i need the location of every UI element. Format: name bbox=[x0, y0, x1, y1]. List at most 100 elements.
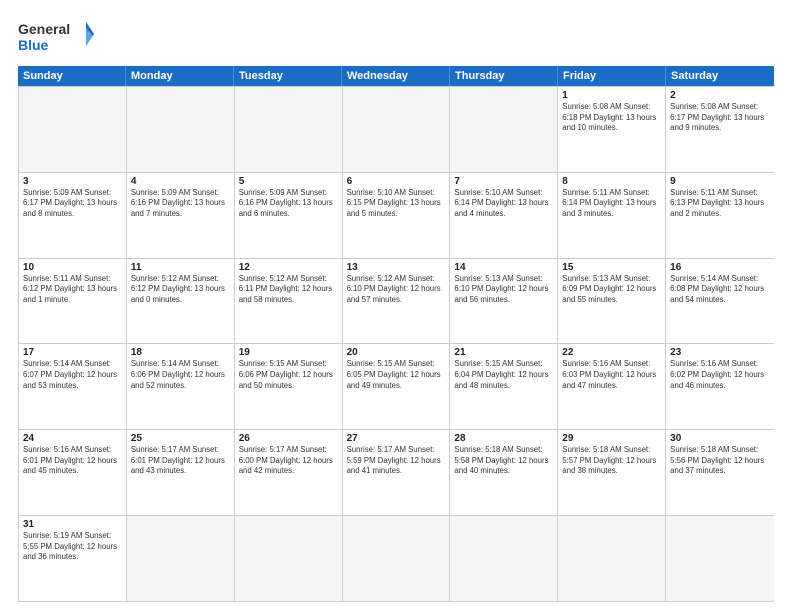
calendar-cell: 13Sunrise: 5:12 AM Sunset: 6:10 PM Dayli… bbox=[343, 259, 451, 344]
day-number: 9 bbox=[670, 176, 770, 187]
day-number: 13 bbox=[347, 262, 446, 273]
calendar-cell: 14Sunrise: 5:13 AM Sunset: 6:10 PM Dayli… bbox=[450, 259, 558, 344]
page-header: General Blue bbox=[18, 18, 774, 58]
day-number: 4 bbox=[131, 176, 230, 187]
day-info: Sunrise: 5:14 AM Sunset: 6:08 PM Dayligh… bbox=[670, 274, 770, 306]
calendar-cell: 5Sunrise: 5:09 AM Sunset: 6:16 PM Daylig… bbox=[235, 173, 343, 258]
calendar-row-5: 24Sunrise: 5:16 AM Sunset: 6:01 PM Dayli… bbox=[19, 430, 774, 516]
day-number: 23 bbox=[670, 347, 770, 358]
day-number: 20 bbox=[347, 347, 446, 358]
day-info: Sunrise: 5:17 AM Sunset: 6:01 PM Dayligh… bbox=[131, 445, 230, 477]
calendar-cell bbox=[666, 516, 774, 601]
day-info: Sunrise: 5:19 AM Sunset: 5:55 PM Dayligh… bbox=[23, 531, 122, 563]
calendar-cell: 8Sunrise: 5:11 AM Sunset: 6:14 PM Daylig… bbox=[558, 173, 666, 258]
day-number: 3 bbox=[23, 176, 122, 187]
day-number: 26 bbox=[239, 433, 338, 444]
calendar-cell: 2Sunrise: 5:08 AM Sunset: 6:17 PM Daylig… bbox=[666, 87, 774, 172]
calendar-row-3: 10Sunrise: 5:11 AM Sunset: 6:12 PM Dayli… bbox=[19, 259, 774, 345]
calendar-cell: 17Sunrise: 5:14 AM Sunset: 6:07 PM Dayli… bbox=[19, 344, 127, 429]
calendar-cell: 19Sunrise: 5:15 AM Sunset: 6:06 PM Dayli… bbox=[235, 344, 343, 429]
calendar-cell bbox=[19, 87, 127, 172]
header-cell-thursday: Thursday bbox=[450, 66, 558, 86]
day-info: Sunrise: 5:08 AM Sunset: 6:18 PM Dayligh… bbox=[562, 102, 661, 134]
day-info: Sunrise: 5:13 AM Sunset: 6:10 PM Dayligh… bbox=[454, 274, 553, 306]
calendar-row-2: 3Sunrise: 5:09 AM Sunset: 6:17 PM Daylig… bbox=[19, 173, 774, 259]
day-number: 15 bbox=[562, 262, 661, 273]
day-number: 28 bbox=[454, 433, 553, 444]
logo: General Blue bbox=[18, 18, 98, 58]
calendar-cell bbox=[127, 516, 235, 601]
day-number: 5 bbox=[239, 176, 338, 187]
day-number: 14 bbox=[454, 262, 553, 273]
calendar-row-6: 31Sunrise: 5:19 AM Sunset: 5:55 PM Dayli… bbox=[19, 516, 774, 602]
calendar-cell: 27Sunrise: 5:17 AM Sunset: 5:59 PM Dayli… bbox=[343, 430, 451, 515]
day-info: Sunrise: 5:10 AM Sunset: 6:15 PM Dayligh… bbox=[347, 188, 446, 220]
day-number: 18 bbox=[131, 347, 230, 358]
day-number: 25 bbox=[131, 433, 230, 444]
day-info: Sunrise: 5:15 AM Sunset: 6:06 PM Dayligh… bbox=[239, 359, 338, 391]
calendar-cell: 22Sunrise: 5:16 AM Sunset: 6:03 PM Dayli… bbox=[558, 344, 666, 429]
day-info: Sunrise: 5:13 AM Sunset: 6:09 PM Dayligh… bbox=[562, 274, 661, 306]
calendar-cell: 11Sunrise: 5:12 AM Sunset: 6:12 PM Dayli… bbox=[127, 259, 235, 344]
day-number: 11 bbox=[131, 262, 230, 273]
day-info: Sunrise: 5:18 AM Sunset: 5:56 PM Dayligh… bbox=[670, 445, 770, 477]
day-info: Sunrise: 5:09 AM Sunset: 6:16 PM Dayligh… bbox=[131, 188, 230, 220]
header-cell-monday: Monday bbox=[126, 66, 234, 86]
calendar-cell bbox=[343, 516, 451, 601]
day-info: Sunrise: 5:09 AM Sunset: 6:16 PM Dayligh… bbox=[239, 188, 338, 220]
calendar-cell bbox=[127, 87, 235, 172]
calendar-cell: 31Sunrise: 5:19 AM Sunset: 5:55 PM Dayli… bbox=[19, 516, 127, 601]
calendar-row-1: 1Sunrise: 5:08 AM Sunset: 6:18 PM Daylig… bbox=[19, 87, 774, 173]
day-info: Sunrise: 5:12 AM Sunset: 6:11 PM Dayligh… bbox=[239, 274, 338, 306]
calendar-cell: 7Sunrise: 5:10 AM Sunset: 6:14 PM Daylig… bbox=[450, 173, 558, 258]
calendar-cell bbox=[558, 516, 666, 601]
day-info: Sunrise: 5:16 AM Sunset: 6:01 PM Dayligh… bbox=[23, 445, 122, 477]
day-info: Sunrise: 5:11 AM Sunset: 6:13 PM Dayligh… bbox=[670, 188, 770, 220]
calendar-cell bbox=[343, 87, 451, 172]
calendar-cell: 4Sunrise: 5:09 AM Sunset: 6:16 PM Daylig… bbox=[127, 173, 235, 258]
day-number: 24 bbox=[23, 433, 122, 444]
day-number: 8 bbox=[562, 176, 661, 187]
day-number: 30 bbox=[670, 433, 770, 444]
day-info: Sunrise: 5:11 AM Sunset: 6:12 PM Dayligh… bbox=[23, 274, 122, 306]
calendar-cell: 16Sunrise: 5:14 AM Sunset: 6:08 PM Dayli… bbox=[666, 259, 774, 344]
day-info: Sunrise: 5:12 AM Sunset: 6:12 PM Dayligh… bbox=[131, 274, 230, 306]
day-info: Sunrise: 5:18 AM Sunset: 5:58 PM Dayligh… bbox=[454, 445, 553, 477]
day-number: 27 bbox=[347, 433, 446, 444]
day-info: Sunrise: 5:15 AM Sunset: 6:04 PM Dayligh… bbox=[454, 359, 553, 391]
calendar-cell: 3Sunrise: 5:09 AM Sunset: 6:17 PM Daylig… bbox=[19, 173, 127, 258]
calendar-cell: 23Sunrise: 5:16 AM Sunset: 6:02 PM Dayli… bbox=[666, 344, 774, 429]
calendar-cell bbox=[235, 516, 343, 601]
day-info: Sunrise: 5:15 AM Sunset: 6:05 PM Dayligh… bbox=[347, 359, 446, 391]
svg-text:Blue: Blue bbox=[18, 37, 49, 53]
calendar-cell: 6Sunrise: 5:10 AM Sunset: 6:15 PM Daylig… bbox=[343, 173, 451, 258]
day-info: Sunrise: 5:08 AM Sunset: 6:17 PM Dayligh… bbox=[670, 102, 770, 134]
calendar-row-4: 17Sunrise: 5:14 AM Sunset: 6:07 PM Dayli… bbox=[19, 344, 774, 430]
calendar-cell: 25Sunrise: 5:17 AM Sunset: 6:01 PM Dayli… bbox=[127, 430, 235, 515]
day-number: 1 bbox=[562, 90, 661, 101]
calendar-cell: 28Sunrise: 5:18 AM Sunset: 5:58 PM Dayli… bbox=[450, 430, 558, 515]
calendar-cell: 9Sunrise: 5:11 AM Sunset: 6:13 PM Daylig… bbox=[666, 173, 774, 258]
svg-text:General: General bbox=[18, 21, 70, 37]
day-number: 2 bbox=[670, 90, 770, 101]
calendar-cell bbox=[450, 87, 558, 172]
calendar-cell: 26Sunrise: 5:17 AM Sunset: 6:00 PM Dayli… bbox=[235, 430, 343, 515]
calendar-cell: 21Sunrise: 5:15 AM Sunset: 6:04 PM Dayli… bbox=[450, 344, 558, 429]
day-number: 6 bbox=[347, 176, 446, 187]
day-info: Sunrise: 5:14 AM Sunset: 6:06 PM Dayligh… bbox=[131, 359, 230, 391]
day-number: 16 bbox=[670, 262, 770, 273]
day-info: Sunrise: 5:18 AM Sunset: 5:57 PM Dayligh… bbox=[562, 445, 661, 477]
calendar-cell: 29Sunrise: 5:18 AM Sunset: 5:57 PM Dayli… bbox=[558, 430, 666, 515]
generalblue-logo: General Blue bbox=[18, 18, 98, 58]
calendar-cell bbox=[450, 516, 558, 601]
day-info: Sunrise: 5:10 AM Sunset: 6:14 PM Dayligh… bbox=[454, 188, 553, 220]
day-number: 21 bbox=[454, 347, 553, 358]
day-info: Sunrise: 5:11 AM Sunset: 6:14 PM Dayligh… bbox=[562, 188, 661, 220]
day-info: Sunrise: 5:17 AM Sunset: 5:59 PM Dayligh… bbox=[347, 445, 446, 477]
header-cell-friday: Friday bbox=[558, 66, 666, 86]
day-number: 7 bbox=[454, 176, 553, 187]
calendar-cell: 24Sunrise: 5:16 AM Sunset: 6:01 PM Dayli… bbox=[19, 430, 127, 515]
day-info: Sunrise: 5:17 AM Sunset: 6:00 PM Dayligh… bbox=[239, 445, 338, 477]
day-number: 29 bbox=[562, 433, 661, 444]
day-number: 17 bbox=[23, 347, 122, 358]
